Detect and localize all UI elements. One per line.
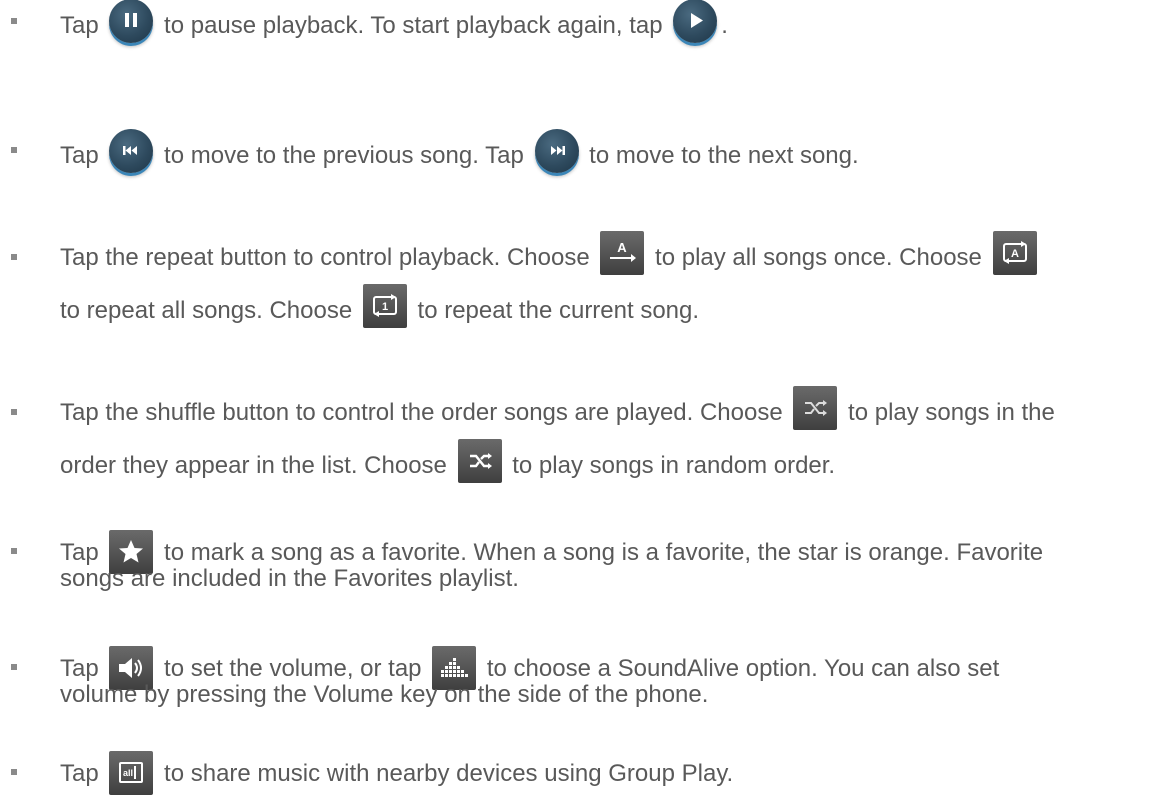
item-text: .	[721, 12, 728, 39]
item-text: to play all songs once. Choose	[655, 244, 982, 271]
previous-icon	[109, 128, 154, 173]
item-text: to play songs in random order.	[512, 452, 836, 479]
repeat-all-icon: A	[992, 230, 1037, 275]
pause-icon	[109, 0, 154, 43]
item-text: to play songs in the	[848, 399, 1055, 426]
item-text: volume by pressing the Volume key on the…	[60, 681, 709, 708]
bullet	[11, 548, 17, 554]
item-text: to mark a song as a favorite. When a son…	[164, 539, 1044, 566]
item-text: songs are included in the Favorites play…	[60, 565, 519, 592]
repeat-one-icon: 1	[362, 283, 407, 328]
item-text: Tap	[60, 760, 99, 787]
repeat-off-icon: A	[600, 230, 645, 275]
item-text: to pause playback. To start playback aga…	[164, 12, 663, 39]
item-text: Tap	[60, 655, 99, 682]
bullet	[11, 769, 17, 775]
item-text: Tap	[60, 539, 99, 566]
bullet	[11, 254, 17, 260]
svg-text:A: A	[1011, 248, 1019, 260]
next-icon	[534, 128, 579, 173]
shuffle-off-icon	[793, 385, 838, 430]
item-text: Tap	[60, 12, 99, 39]
bullet	[11, 409, 17, 415]
svg-text:all: all	[123, 768, 133, 778]
item-text: to repeat all songs. Choose	[60, 297, 353, 324]
item-text: order they appear in the list. Choose	[60, 452, 447, 479]
play-icon	[673, 0, 718, 43]
bullet	[11, 664, 17, 670]
item-text: to share music with nearby devices using…	[164, 760, 734, 787]
item-text: to move to the previous song. Tap	[164, 142, 524, 169]
svg-text:A: A	[618, 240, 628, 255]
bullet	[11, 18, 17, 24]
item-text: to move to the next song.	[589, 142, 859, 169]
item-text: Tap	[60, 142, 99, 169]
item-text: Tap the repeat button to control playbac…	[60, 244, 590, 271]
item-text: Tap the shuffle button to control the or…	[60, 399, 783, 426]
shuffle-on-icon	[457, 438, 502, 483]
group-play-icon: all	[109, 750, 154, 795]
bullet	[11, 147, 17, 153]
item-text: to set the volume, or tap	[164, 655, 422, 682]
svg-text:1: 1	[382, 301, 388, 313]
item-text: to repeat the current song.	[417, 297, 700, 324]
item-text: to choose a SoundAlive option. You can a…	[486, 655, 1000, 682]
